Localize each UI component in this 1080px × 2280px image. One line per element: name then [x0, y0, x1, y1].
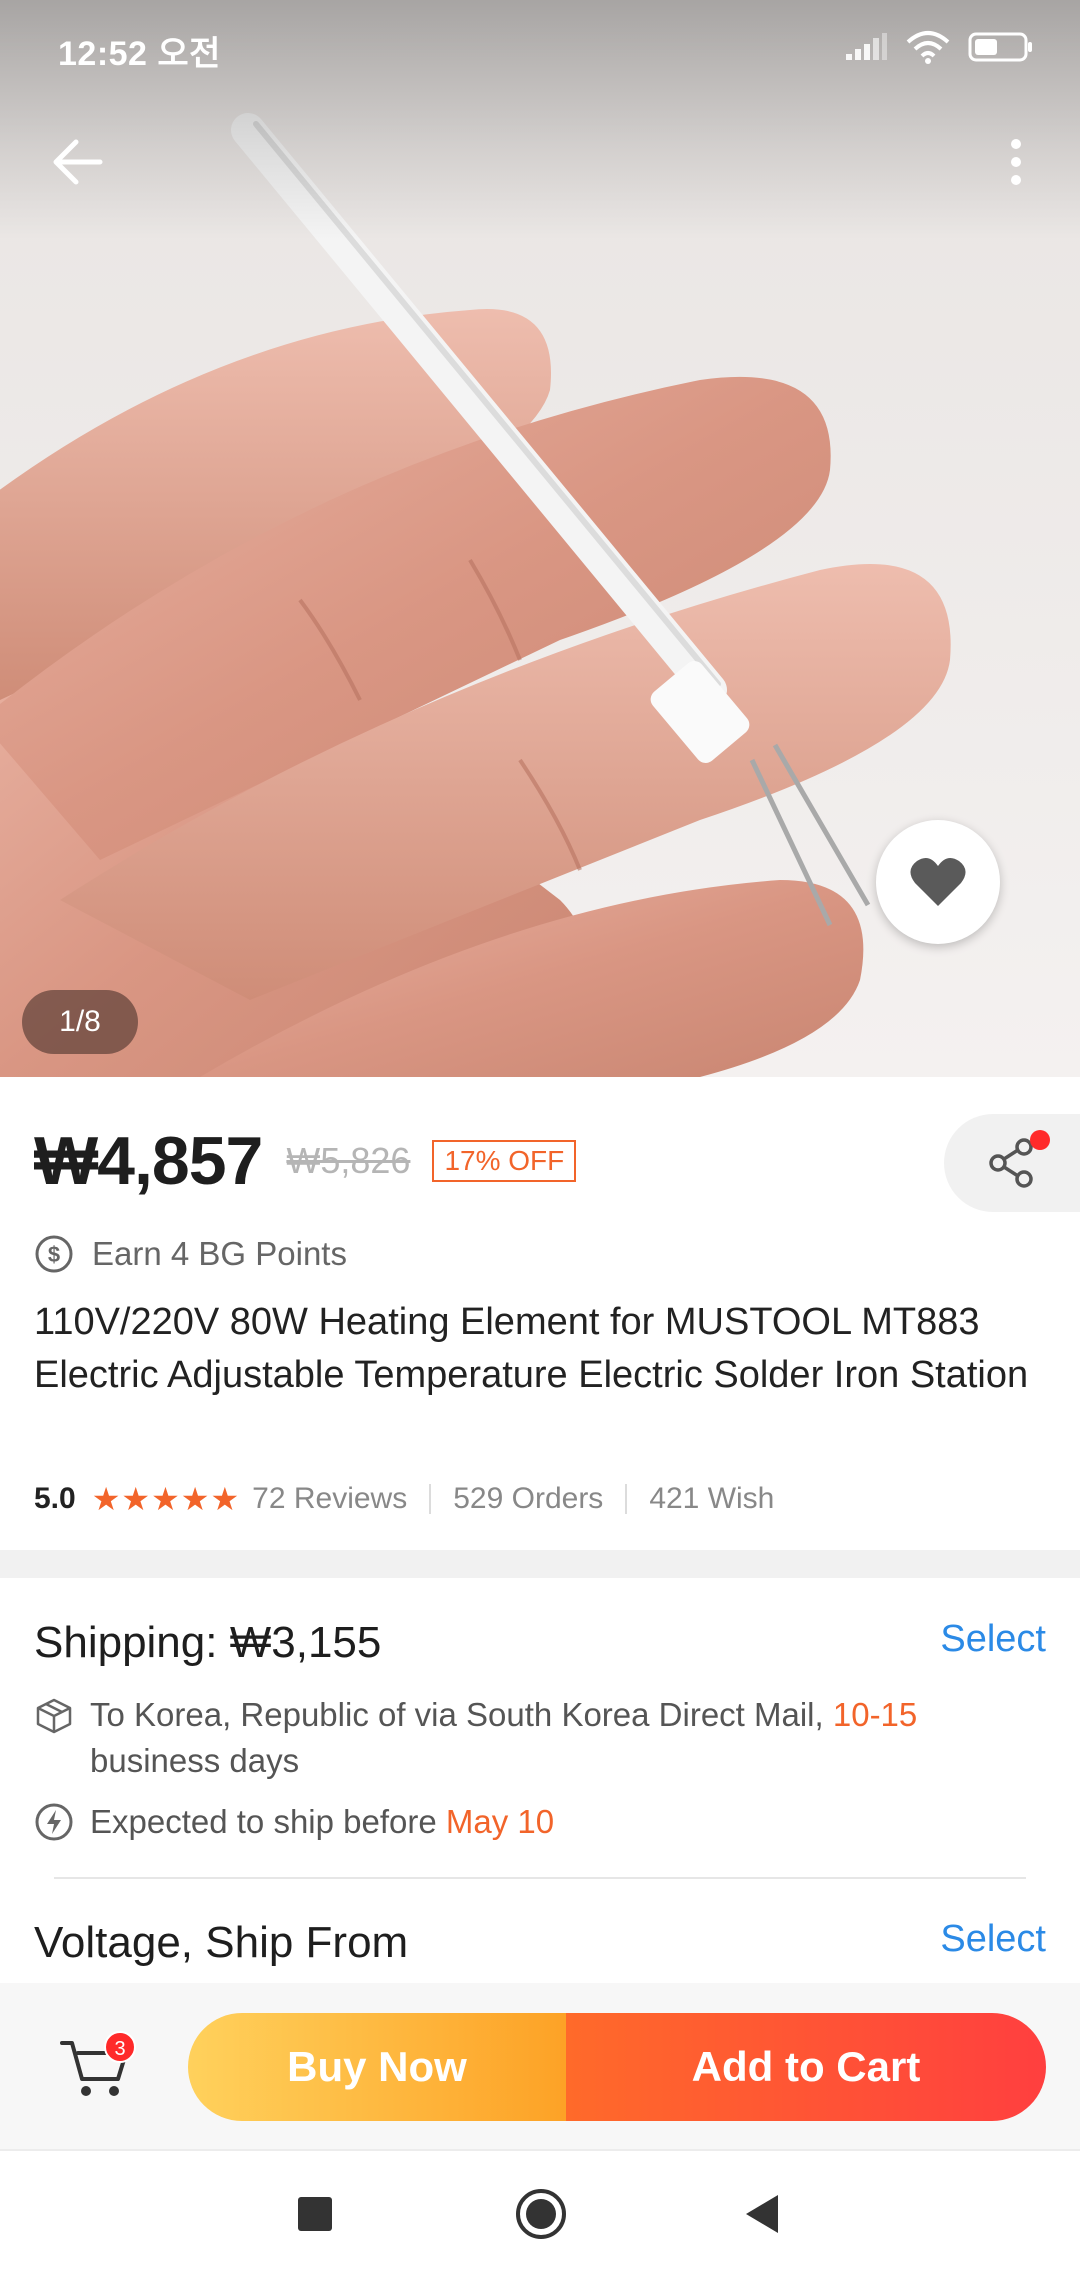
arrow-left-icon	[53, 139, 103, 185]
status-bar: 12:52 오전	[0, 0, 1080, 95]
more-vertical-icon	[1011, 139, 1021, 185]
notification-dot	[1030, 1130, 1050, 1150]
rating-value: 5.0	[34, 1482, 76, 1515]
home-icon[interactable]	[514, 2187, 568, 2241]
add-to-cart-button[interactable]: Add to Cart	[566, 2013, 1046, 2121]
row-divider	[54, 1877, 1026, 1879]
reviews-link[interactable]: 72 Reviews	[252, 1482, 407, 1516]
expected-date: May 10	[445, 1803, 555, 1840]
dollar-circle-icon: $	[35, 1235, 73, 1273]
original-price: ₩5,826	[286, 1140, 411, 1181]
back-button[interactable]	[46, 130, 110, 194]
signal-icon	[846, 33, 887, 60]
expected-prefix: Expected to ship before	[90, 1803, 437, 1840]
shipping-route: To Korea, Republic of via South Korea Di…	[90, 1696, 824, 1733]
lightning-icon	[35, 1803, 73, 1841]
options-select-link[interactable]: Select	[940, 1918, 1046, 1961]
product-title: 110V/220V 80W Heating Element for MUSTOO…	[34, 1301, 1029, 1396]
points-row[interactable]: $ Earn 4 BG Points	[34, 1234, 347, 1274]
current-price: ₩4,857	[34, 1123, 263, 1199]
options-heading: Voltage, Ship From	[34, 1918, 409, 1967]
expected-ship-text: Expected to ship before May 10	[90, 1803, 554, 1841]
shipping-days-range: 10-15	[832, 1696, 918, 1733]
price-row: ₩4,857 ₩5,826 17% OFF	[34, 1122, 577, 1200]
image-counter: 1/8	[22, 990, 138, 1054]
shipping-heading: Shipping: ₩3,155	[34, 1618, 381, 1668]
shipping-route-row: To Korea, Republic of via South Korea Di…	[34, 1692, 1020, 1784]
wifi-icon	[906, 31, 950, 64]
more-button[interactable]	[996, 130, 1036, 194]
package-icon	[36, 1698, 72, 1734]
wish-count: 421 Wish	[649, 1482, 775, 1515]
stats-separator	[429, 1484, 432, 1514]
stats-row: 5.0 ★★★★★ 72 Reviews 529 Orders 421 Wish	[34, 1480, 774, 1518]
section-divider	[0, 1550, 1080, 1578]
bottom-action-bar: 3 Buy Now Add to Cart	[0, 1983, 1080, 2149]
status-icons	[844, 30, 1034, 64]
discount-badge: 17% OFF	[432, 1140, 577, 1182]
recents-icon[interactable]	[296, 2195, 334, 2233]
rating-stars: ★★★★★	[91, 1481, 241, 1517]
back-nav-icon[interactable]	[742, 2193, 782, 2235]
shipping-route-text: To Korea, Republic of via South Korea Di…	[90, 1692, 1020, 1784]
share-icon	[989, 1138, 1033, 1188]
expected-ship-row: Expected to ship before May 10	[34, 1802, 554, 1842]
status-time: 12:52 오전	[58, 35, 221, 73]
cart-count-badge: 3	[104, 2031, 136, 2063]
orders-count: 529 Orders	[453, 1482, 604, 1515]
shipping-label: Shipping:	[34, 1618, 218, 1667]
shipping-cost: ₩3,155	[229, 1618, 382, 1667]
buy-now-button[interactable]: Buy Now	[188, 2013, 566, 2121]
share-button[interactable]	[944, 1114, 1080, 1212]
shipping-days-unit: business days	[90, 1742, 300, 1779]
battery-icon	[968, 32, 1032, 62]
wishlist-button[interactable]	[876, 820, 1000, 944]
system-nav-bar	[0, 2149, 1080, 2280]
stats-separator	[625, 1484, 628, 1514]
points-text: Earn 4 BG Points	[92, 1235, 347, 1272]
shipping-select-link[interactable]: Select	[940, 1618, 1046, 1661]
heart-icon	[910, 857, 966, 906]
svg-text:$: $	[48, 1242, 60, 1267]
